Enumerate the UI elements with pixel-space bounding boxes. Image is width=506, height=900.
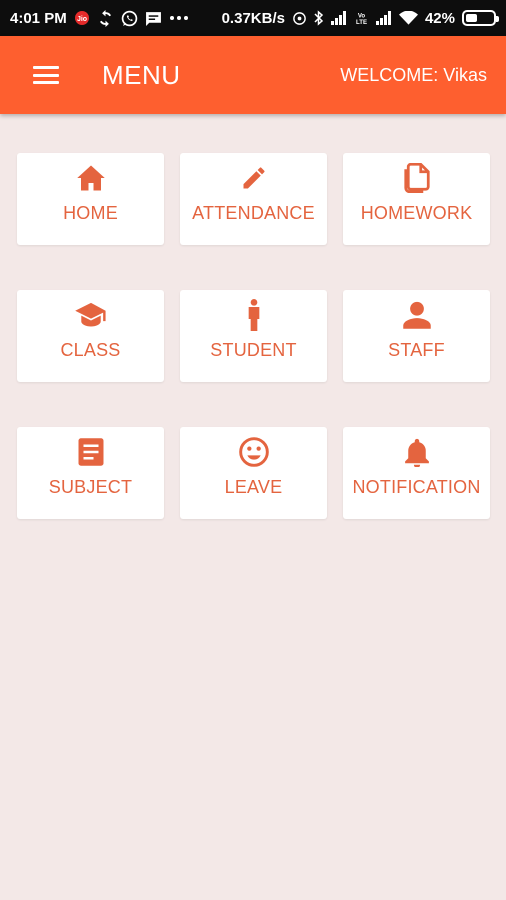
home-icon	[76, 162, 106, 194]
hamburger-menu-icon[interactable]	[33, 66, 59, 84]
menu-tile-attendance[interactable]: ATTENDANCE	[180, 153, 327, 245]
menu-tile-label: HOME	[63, 203, 118, 223]
bluetooth-icon	[314, 10, 324, 26]
bell-icon	[403, 436, 431, 468]
menu-tile-leave[interactable]: LEAVE	[180, 427, 327, 519]
network-speed: 0.37KB/s	[221, 9, 285, 27]
battery-icon	[462, 10, 499, 26]
app-bar: MENU WELCOME: Vikas	[0, 36, 506, 114]
menu-tile-label: HOMEWORK	[360, 203, 473, 223]
jio-icon: Jio	[74, 10, 90, 26]
menu-tile-homework[interactable]: HOMEWORK	[343, 153, 490, 245]
menu-tile-notification[interactable]: NOTIFICATION	[343, 427, 490, 519]
menu-tile-label: LEAVE	[224, 477, 283, 497]
welcome-text: WELCOME: Vikas	[340, 64, 487, 85]
menu-tile-class[interactable]: CLASS	[17, 290, 164, 382]
page-title: MENU	[102, 59, 181, 90]
sync-icon	[97, 9, 114, 27]
svg-text:LTE: LTE	[356, 19, 367, 26]
menu-tile-label: SUBJECT	[48, 477, 133, 497]
wifi-icon	[398, 11, 418, 25]
menu-tile-subject[interactable]: SUBJECT	[17, 427, 164, 519]
menu-tile-label: STAFF	[388, 340, 445, 360]
menu-tile-student[interactable]: STUDENT	[180, 290, 327, 382]
menu-tile-label: ATTENDANCE	[192, 203, 315, 223]
message-icon	[145, 10, 162, 27]
battery-percent: 42%	[424, 9, 455, 27]
signal-icon-2	[375, 11, 392, 25]
signal-icon	[330, 11, 347, 25]
menu-tile-label: STUDENT	[210, 340, 297, 360]
document-icon	[403, 162, 430, 194]
hotspot-icon	[292, 11, 307, 26]
menu-grid: HOME ATTENDANCE HOMEWORK CLASS STUDENT S…	[17, 153, 490, 519]
more-notifications-icon	[169, 15, 189, 21]
notes-icon	[77, 436, 105, 468]
svg-text:Jio: Jio	[77, 16, 87, 23]
menu-tile-label: NOTIFICATION	[352, 477, 481, 497]
status-bar: 4:01 PM Jio 0.37KB/s Vo LTE 42%	[0, 0, 506, 36]
menu-tile-label: CLASS	[60, 340, 121, 360]
menu-tile-home[interactable]: HOME	[17, 153, 164, 245]
whatsapp-icon	[121, 10, 138, 27]
menu-tile-staff[interactable]: STAFF	[343, 290, 490, 382]
status-time: 4:01 PM	[10, 9, 67, 27]
person-standing-icon	[247, 299, 261, 331]
graduation-cap-icon	[74, 299, 108, 331]
person-icon	[402, 299, 432, 331]
volte-icon: Vo LTE	[354, 11, 369, 26]
smiley-icon	[238, 436, 270, 468]
pencil-icon	[240, 162, 268, 194]
